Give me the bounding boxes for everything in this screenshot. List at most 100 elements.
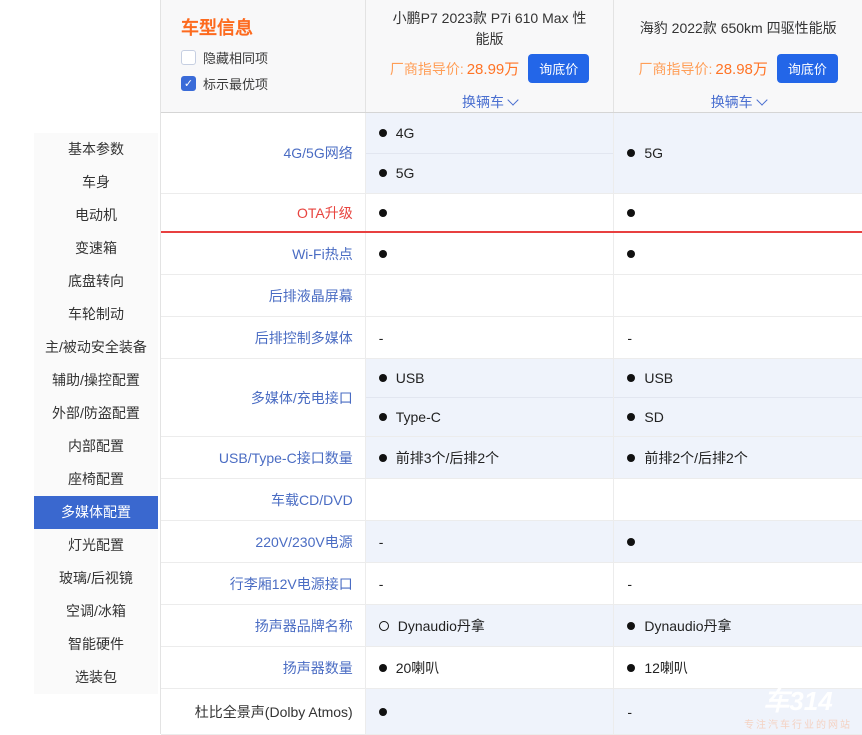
value-item: [614, 194, 862, 232]
sidebar-item[interactable]: 智能硬件: [34, 628, 158, 661]
table-row: 车载CD/DVD: [161, 479, 862, 521]
value-item: [366, 233, 614, 274]
car1-value-cell: [365, 194, 614, 232]
row-label[interactable]: 220V/230V电源: [161, 521, 365, 562]
row-label[interactable]: 扬声器品牌名称: [161, 605, 365, 646]
row-label[interactable]: 扬声器数量: [161, 647, 365, 688]
sidebar-item[interactable]: 底盘转向: [34, 265, 158, 298]
car2-value-cell: [613, 521, 862, 562]
filled-dot-icon: [627, 209, 635, 217]
sidebar-item[interactable]: 电动机: [34, 199, 158, 232]
filled-dot-icon: [627, 454, 635, 462]
car1-inquiry-button[interactable]: 询底价: [528, 54, 589, 83]
sidebar-item[interactable]: 内部配置: [34, 430, 158, 463]
row-label[interactable]: 行李厢12V电源接口: [161, 563, 365, 604]
car2-value-cell: [613, 275, 862, 316]
value-text: Dynaudio丹拿: [644, 616, 731, 636]
value-item: 5G: [614, 113, 862, 193]
filled-dot-icon: [627, 413, 635, 421]
row-label[interactable]: OTA升级: [161, 194, 365, 232]
mark-best-checkbox-row[interactable]: 标示最优项: [181, 74, 365, 93]
car2-header: 海豹 2022款 650km 四驱性能版 厂商指导价: 28.98万 询底价 换…: [613, 0, 862, 112]
sidebar-item[interactable]: 主/被动安全装备: [34, 331, 158, 364]
header-info-cell: 车型信息 隐藏相同项 标示最优项: [161, 0, 365, 112]
filled-dot-icon: [379, 209, 387, 217]
checkbox-checked-icon[interactable]: [181, 76, 196, 91]
car2-value-cell: USB SD: [613, 359, 862, 436]
car1-value-cell: [365, 275, 614, 316]
value-item: 20喇叭: [366, 647, 614, 688]
table-row: 多媒体/充电接口USBType-CUSBSD: [161, 359, 862, 437]
car2-inquiry-button[interactable]: 询底价: [777, 54, 838, 83]
car1-header: 小鹏P7 2023款 P7i 610 Max 性能版 厂商指导价: 28.99万…: [365, 0, 614, 112]
table-row: OTA升级: [161, 194, 862, 233]
car1-value-cell: [365, 689, 614, 734]
value-text: 4G: [396, 125, 415, 141]
car2-price-label: 厂商指导价:: [638, 59, 712, 79]
sidebar-item[interactable]: 辅助/操控配置: [34, 364, 158, 397]
filled-dot-icon: [379, 454, 387, 462]
car1-switch-label: 换辆车: [462, 92, 504, 112]
row-label[interactable]: 多媒体/充电接口: [161, 359, 365, 436]
car1-value-cell: -: [365, 521, 614, 562]
car2-value-cell: [613, 479, 862, 520]
value-text: -: [379, 576, 384, 592]
car1-value-cell: -: [365, 317, 614, 358]
sidebar-item[interactable]: 空调/冰箱: [34, 595, 158, 628]
value-item: SD: [614, 397, 862, 436]
sidebar-item[interactable]: 车轮制动: [34, 298, 158, 331]
car2-value-cell: -: [613, 317, 862, 358]
row-label[interactable]: 后排液晶屏幕: [161, 275, 365, 316]
filled-dot-icon: [379, 169, 387, 177]
sidebar-item[interactable]: 外部/防盗配置: [34, 397, 158, 430]
value-text: USB: [644, 370, 673, 386]
filled-dot-icon: [627, 538, 635, 546]
sidebar-item-selected[interactable]: 多媒体配置: [34, 496, 158, 529]
sidebar-item[interactable]: 车身: [34, 166, 158, 199]
car2-name: 海豹 2022款 650km 四驱性能版: [618, 6, 859, 51]
value-item: Dynaudio丹拿: [366, 605, 614, 646]
car1-price: 28.99万: [467, 58, 520, 79]
car2-value-cell: [613, 194, 862, 232]
car1-switch-link[interactable]: 换辆车: [462, 92, 517, 112]
sidebar-item[interactable]: 座椅配置: [34, 463, 158, 496]
value-text: -: [379, 534, 384, 550]
value-text: Dynaudio丹拿: [398, 616, 485, 636]
compare-position-line: [161, 231, 862, 233]
value-item: -: [614, 689, 862, 734]
hide-same-checkbox-row[interactable]: 隐藏相同项: [181, 48, 365, 67]
filled-dot-icon: [379, 708, 387, 716]
value-item: 前排3个/后排2个: [366, 437, 614, 478]
filled-dot-icon: [627, 664, 635, 672]
chevron-down-icon: [507, 94, 518, 105]
checkbox-unchecked-icon[interactable]: [181, 50, 196, 65]
filled-dot-icon: [627, 149, 635, 157]
value-text: -: [379, 330, 384, 346]
table-row: 后排液晶屏幕: [161, 275, 862, 317]
row-label[interactable]: USB/Type-C接口数量: [161, 437, 365, 478]
sidebar-item[interactable]: 变速箱: [34, 232, 158, 265]
row-label[interactable]: 4G/5G网络: [161, 113, 365, 193]
car2-switch-link[interactable]: 换辆车: [711, 92, 766, 112]
sidebar-item[interactable]: 选装包: [34, 661, 158, 694]
value-item: [366, 689, 614, 734]
sidebar-item[interactable]: 玻璃/后视镜: [34, 562, 158, 595]
filled-dot-icon: [379, 250, 387, 258]
sidebar-item[interactable]: 基本参数: [34, 133, 158, 166]
row-label[interactable]: 车载CD/DVD: [161, 479, 365, 520]
row-label[interactable]: Wi-Fi热点: [161, 233, 365, 274]
panel-title: 车型信息: [181, 14, 365, 40]
table-row: 杜比全景声(Dolby Atmos) -: [161, 689, 862, 735]
table-row: Wi-Fi热点: [161, 233, 862, 275]
value-item: -: [614, 317, 862, 358]
car2-price: 28.98万: [715, 58, 768, 79]
row-label: 杜比全景声(Dolby Atmos): [161, 689, 365, 734]
value-text: 12喇叭: [644, 658, 688, 678]
sidebar-item[interactable]: 灯光配置: [34, 529, 158, 562]
car2-value-cell: -: [613, 563, 862, 604]
hide-same-label: 隐藏相同项: [203, 48, 268, 67]
table-header: 车型信息 隐藏相同项 标示最优项 小鹏P7 2023款 P7i 610 Max …: [161, 0, 862, 113]
row-label[interactable]: 后排控制多媒体: [161, 317, 365, 358]
value-text: 5G: [396, 165, 415, 181]
value-item: -: [366, 521, 614, 562]
